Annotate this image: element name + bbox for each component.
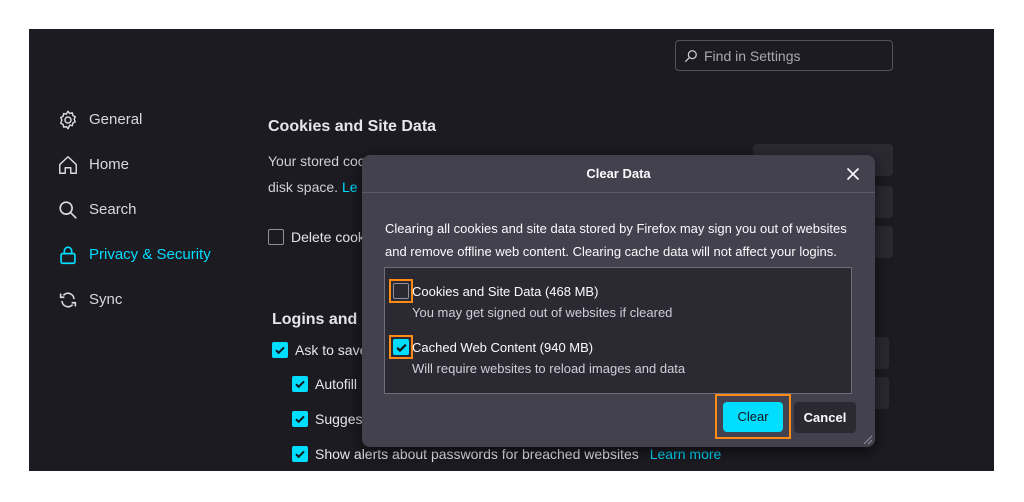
ask-to-save-option[interactable]: Ask to save: [272, 342, 367, 358]
learn-more-link[interactable]: Le: [342, 179, 358, 195]
autofill-option[interactable]: Autofill: [292, 376, 357, 392]
suggest-option[interactable]: Suggest: [292, 411, 366, 427]
cache-option-label: Cached Web Content (940 MB): [412, 340, 594, 355]
gear-icon: [60, 110, 76, 129]
ask-to-save-checkbox[interactable]: [272, 342, 288, 358]
sidebar-item-label: Home: [89, 156, 130, 173]
cookies-checkbox[interactable]: [393, 283, 409, 299]
suggest-checkbox[interactable]: [292, 411, 308, 427]
clear-button[interactable]: Clear: [723, 401, 783, 432]
checkmark-icon: [295, 380, 305, 389]
suggest-label: Suggest: [315, 411, 367, 427]
checkmark-icon: [395, 343, 407, 352]
sync-icon: [59, 291, 77, 308]
breach-alerts-checkbox[interactable]: [292, 446, 308, 462]
sidebar-item-search[interactable]: Search: [57, 187, 257, 232]
cancel-button[interactable]: Cancel: [794, 402, 856, 433]
sidebar-item-sync[interactable]: Sync: [57, 277, 257, 322]
checkmark-icon: [295, 415, 305, 424]
settings-window: General Home Search Privacy & Security S…: [29, 29, 994, 471]
lock-icon: [60, 245, 76, 264]
sidebar-item-home[interactable]: Home: [57, 142, 257, 187]
home-icon: [59, 155, 77, 174]
breach-learn-more-link[interactable]: Learn more: [650, 446, 722, 462]
sidebar: General Home Search Privacy & Security S…: [57, 97, 257, 322]
ask-to-save-label: Ask to save: [295, 342, 368, 358]
clear-button-highlight: Clear: [715, 394, 791, 439]
cache-option-sublabel: Will require websites to reload images a…: [412, 361, 686, 376]
dialog-header: Clear Data: [362, 155, 875, 193]
breach-alerts-option[interactable]: Show alerts about passwords for breached…: [292, 446, 721, 462]
close-icon[interactable]: [845, 166, 861, 182]
cookies-section-title: Cookies and Site Data: [268, 118, 437, 135]
cookies-description-line2: disk space. Le: [268, 179, 358, 195]
resize-grip-icon[interactable]: [861, 433, 873, 445]
sidebar-item-label: General: [89, 111, 143, 128]
dialog-title: Clear Data: [586, 166, 651, 181]
checkmark-icon: [295, 450, 305, 459]
breach-alerts-label: Show alerts about passwords for breached…: [315, 446, 639, 462]
cache-checkbox[interactable]: [393, 339, 409, 355]
sidebar-item-label: Privacy & Security: [89, 246, 211, 263]
search-icon: [684, 49, 697, 62]
cookies-checkbox-highlight: [389, 279, 413, 303]
sidebar-item-general[interactable]: General: [57, 97, 257, 142]
search-icon: [59, 200, 77, 219]
find-in-settings[interactable]: [675, 40, 893, 71]
dialog-description: Clearing all cookies and site data store…: [385, 221, 847, 259]
sidebar-item-privacy-security[interactable]: Privacy & Security: [57, 232, 257, 277]
autofill-checkbox[interactable]: [292, 376, 308, 392]
cookies-description: Your stored coo: [268, 153, 366, 169]
cache-checkbox-highlight: [389, 335, 413, 359]
autofill-label: Autofill: [315, 376, 358, 392]
checkmark-icon: [275, 346, 285, 355]
data-options-list: Cookies and Site Data (468 MB) You may g…: [384, 267, 852, 394]
search-input[interactable]: [704, 47, 884, 64]
sidebar-item-label: Sync: [89, 291, 123, 308]
disk-space-text: disk space.: [268, 179, 339, 195]
delete-cookies-label: Delete cook: [291, 229, 365, 245]
delete-cookies-option[interactable]: Delete cook: [268, 229, 365, 245]
logins-section-title: Logins and P: [272, 311, 373, 328]
clear-data-dialog: Clear Data Clearing all cookies and site…: [362, 155, 875, 447]
cookies-option-sublabel: You may get signed out of websites if cl…: [412, 305, 673, 320]
delete-cookies-checkbox[interactable]: [268, 229, 284, 245]
sidebar-item-label: Search: [89, 201, 137, 218]
cookies-option-label: Cookies and Site Data (468 MB): [412, 284, 599, 299]
